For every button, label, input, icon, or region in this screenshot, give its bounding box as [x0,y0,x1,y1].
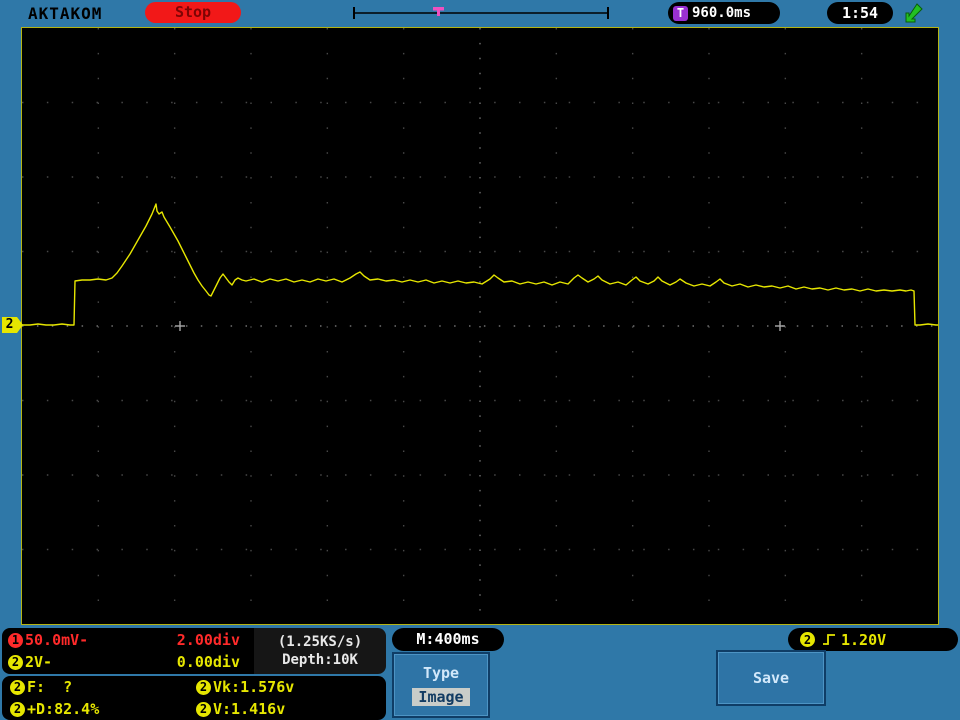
waveform-plot [22,28,938,624]
trigger-level-readout: 2 1.20V [788,628,958,651]
waveform-display [21,27,939,625]
channel-2-marker: 2 [2,317,23,333]
channel-2-offset: 0.00div [176,653,240,671]
status-bar: 1 50.0mV- 2.00div 2 2V- 0.00div (1.25KS/… [0,626,960,720]
channel-2-scale: 2V- [25,653,53,671]
run-state-badge: Stop [145,2,241,23]
measurement-channel-badge: 2 [10,679,25,695]
type-button-label: Type [422,664,460,682]
brand-label: AKTAKOM [28,4,103,23]
usb-icon [903,2,925,24]
rising-edge-icon [823,634,835,645]
measurements-row-1: 2 F: ? 2 Vk:1.576v [2,676,386,698]
acquisition-panel: (1.25KS/s) Depth:10K [254,628,386,674]
channel-1-badge: 1 [8,632,23,648]
channel-settings-panel: 1 50.0mV- 2.00div 2 2V- 0.00div [2,628,254,674]
measurement-value: V:1.416v [213,700,286,718]
sample-rate: (1.25KS/s) [277,634,363,650]
measurement-value: +D:82.4% [27,700,100,718]
save-button-label: Save [752,669,790,687]
clock-readout: 1:54 [827,2,893,24]
channel-2-settings: 2 2V- 0.00div [2,651,254,673]
type-button-value: Image [412,688,470,706]
trigger-level-value: 1.20V [841,630,887,649]
memory-depth: Depth:10K [282,652,358,668]
measurement-duty: 2 +D:82.4% [2,700,188,718]
measurement-vk: 2 Vk:1.576v [188,678,374,696]
trigger-time-icon: T [673,5,688,21]
type-softkey-button[interactable]: Type Image [392,652,490,718]
trigger-time-value: 960.0ms [692,5,752,21]
channel-1-scale: 50.0mV- [25,631,89,649]
measurement-channel-badge: 2 [10,701,25,717]
channel-1-settings: 1 50.0mV- 2.00div [2,629,254,651]
channel-2-badge: 2 [8,654,23,670]
timebase-readout: M:400ms [392,628,504,651]
trigger-time-readout: T 960.0ms [668,2,780,24]
measurements-row-2: 2 +D:82.4% 2 V:1.416v [2,698,386,720]
measurement-channel-badge: 2 [196,679,211,695]
trigger-channel-badge: 2 [800,632,815,647]
measurements-panel: 2 F: ? 2 Vk:1.576v 2 +D:82.4% 2 V:1.416v [2,676,386,720]
measurement-frequency: 2 F: ? [2,678,188,696]
channel-2-marker-arrow-icon [17,317,23,333]
oscilloscope-screen: AKTAKOM Stop T 960.0ms 1:54 2 1 50.0mV- … [0,0,960,720]
measurement-v: 2 V:1.416v [188,700,374,718]
measurement-channel-badge: 2 [196,701,211,717]
trigger-position-bracket [352,4,610,20]
measurement-value: Vk:1.576v [213,678,295,696]
channel-1-offset: 2.00div [176,631,240,649]
save-button[interactable]: Save [716,650,826,706]
trigger-position-icon [353,7,609,19]
measurement-value: F: ? [27,678,73,696]
channel-2-marker-label: 2 [2,317,17,333]
